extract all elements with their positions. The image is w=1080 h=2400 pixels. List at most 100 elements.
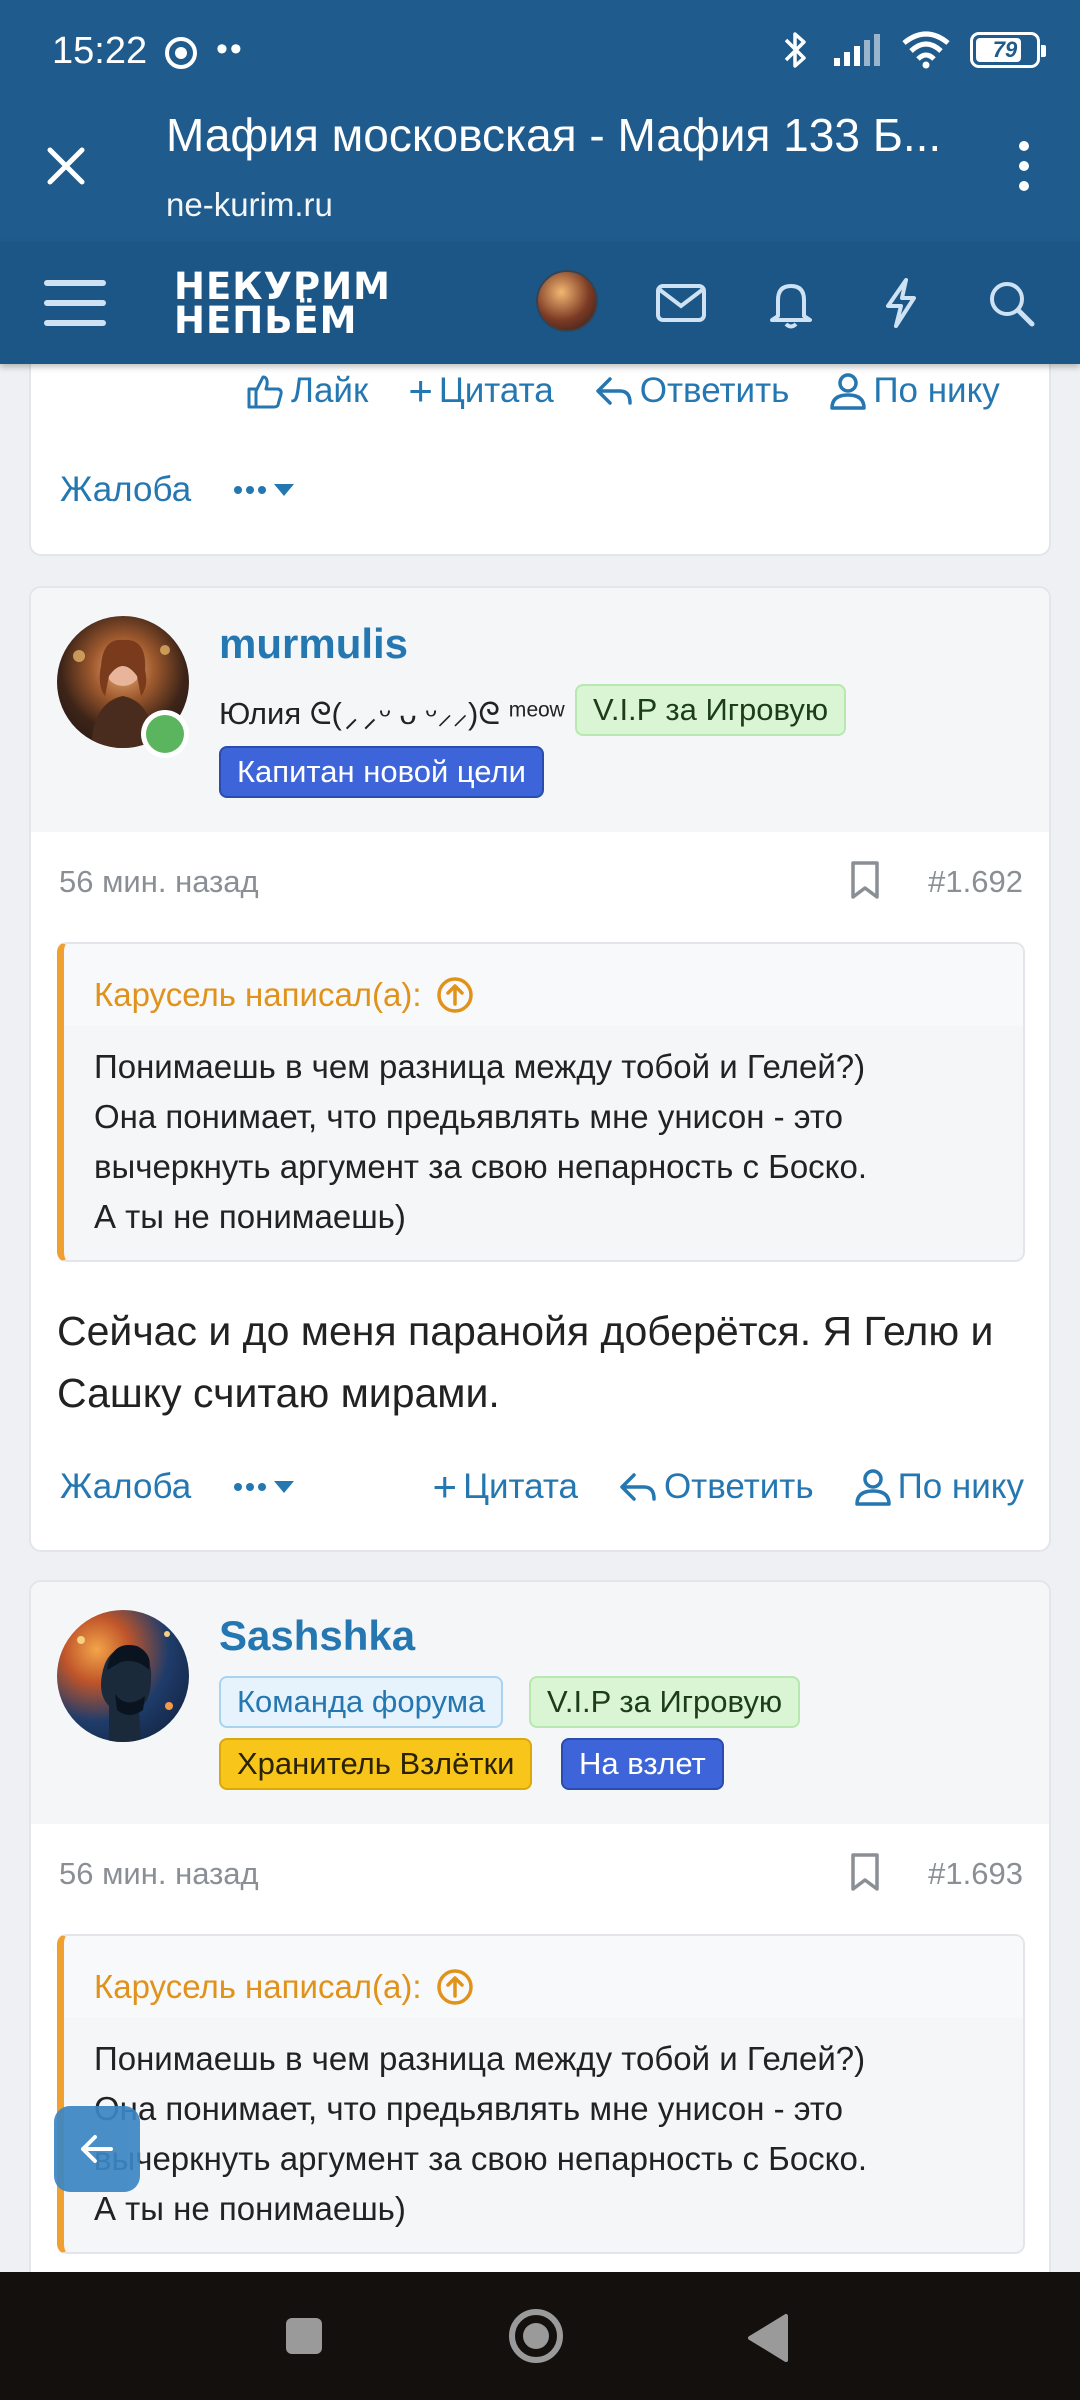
quote-line: Она понимает, что предьявлять мне унисон… [94, 2090, 843, 2127]
thumbs-up-icon [247, 375, 283, 409]
page-title: Мафия московская - Мафия 133 Б... [166, 109, 942, 161]
menu-icon[interactable] [44, 278, 106, 328]
back-button[interactable] [54, 2106, 140, 2192]
quote-line: Понимаешь в чем разница между тобой и Ге… [94, 2040, 866, 2077]
by-nick-button[interactable]: По нику [829, 371, 1000, 411]
signal-icon [834, 34, 880, 66]
arrow-up-circle-icon [436, 977, 473, 1013]
user-icon [854, 1469, 891, 1506]
system-nav-bar [0, 2272, 1080, 2400]
reply-icon [595, 377, 632, 405]
quote-author: Карусель написал(а): [94, 1968, 422, 2005]
plus-icon: + [432, 1463, 458, 1510]
quote-header[interactable]: Карусель написал(а): [64, 944, 1023, 1026]
more-horiz-icon [234, 486, 267, 494]
avatar-image [77, 1631, 173, 1742]
more-options-button[interactable] [233, 1480, 295, 1494]
bookmark-icon[interactable] [849, 860, 881, 900]
reply-label: Ответить [663, 1467, 814, 1506]
quote-text: Понимаешь в чем разница между тобой и Ге… [64, 1026, 1023, 1260]
by-nick-label: По нику [897, 1467, 1024, 1506]
recents-icon[interactable] [282, 2314, 326, 2358]
post-user-header: Sashshka Команда форума V.I.P за Игровую… [31, 1582, 1049, 1824]
page-url[interactable]: ne-kurim.ru [166, 186, 333, 224]
report-button[interactable]: Жалоба [60, 470, 191, 510]
badge-keeper: Хранитель Взлётки [219, 1738, 533, 1790]
quote-block: Карусель написал(а): Понимаешь в чем раз… [57, 1934, 1025, 2254]
battery-percent: 79 [992, 37, 1018, 62]
like-label: Лайк [291, 371, 369, 410]
by-nick-label: По нику [873, 371, 1000, 410]
bookmark-icon[interactable] [849, 1852, 881, 1892]
more-vert-icon[interactable] [1004, 136, 1044, 196]
more-options-button[interactable] [233, 483, 295, 497]
plus-icon: + [408, 367, 433, 414]
reply-icon [620, 1473, 656, 1501]
user-avatar[interactable] [57, 1610, 189, 1742]
post-time[interactable]: 56 мин. назад [59, 1856, 259, 1892]
caret-down-icon [274, 484, 295, 496]
like-button[interactable]: Лайк [245, 371, 368, 411]
quote-line: А ты не понимаешь) [94, 1198, 406, 1235]
quote-button[interactable]: + Цитата [433, 1466, 578, 1508]
quote-header[interactable]: Карусель написал(а): [64, 1936, 1023, 2018]
badge-vip: V.I.P за Игровую [529, 1676, 801, 1728]
forum-header: НЕКУРИМ НЕПЬЁМ [0, 242, 1080, 364]
post-card: murmulis Юлия ᘓ(⸝⸝ᵕ ᴗ ᵕ⸝⸝)ᘓ ᵐᵉᵒʷ ⸝⸝- V.I… [29, 586, 1051, 1552]
search-icon[interactable] [984, 276, 1038, 330]
report-button[interactable]: Жалоба [60, 1467, 191, 1507]
site-logo[interactable]: НЕКУРИМ НЕПЬЁМ [174, 268, 391, 342]
post-time[interactable]: 56 мин. назад [59, 864, 259, 900]
post-actions: Жалоба + Цитата Ответить По нику [60, 1466, 1024, 1508]
account-avatar[interactable] [536, 270, 598, 332]
quote-author: Карусель написал(а): [94, 976, 422, 1013]
status-time: 15:22 [52, 30, 148, 72]
bluetooth-icon [784, 32, 806, 68]
more-horiz-icon [234, 1483, 267, 1491]
quote-line: вычеркнуть аргумент за свою непарность с… [94, 1148, 868, 1185]
user-icon [830, 373, 867, 410]
post-card: Sashshka Команда форума V.I.P за Игровую… [29, 1580, 1051, 2300]
caret-down-icon [274, 1481, 295, 1493]
mail-icon[interactable] [654, 276, 708, 330]
by-nick-button[interactable]: По нику [854, 1467, 1024, 1507]
quote-line: вычеркнуть аргумент за свою непарность с… [94, 2140, 868, 2177]
back-nav-icon[interactable] [744, 2312, 792, 2364]
battery-icon: 79 [970, 32, 1046, 68]
browser-toolbar: Мафия московская - Мафия 133 Б... ne-kur… [0, 106, 1080, 242]
username[interactable]: murmulis [219, 620, 408, 668]
quote-line: Она понимает, что предьявлять мне унисон… [94, 1098, 843, 1135]
reply-button[interactable]: Ответить [594, 371, 790, 411]
online-indicator [141, 710, 189, 758]
quote-block: Карусель написал(а): Понимаешь в чем раз… [57, 942, 1025, 1262]
badge-captain: Капитан новой цели [219, 746, 544, 798]
post-message: Сейчас и до меня паранойя доберётся. Я Г… [57, 1308, 994, 1416]
wifi-icon [902, 31, 950, 69]
arrow-up-circle-icon [436, 1969, 473, 2005]
quote-button[interactable]: + Цитата [408, 370, 553, 412]
lightning-icon[interactable] [874, 276, 928, 330]
reply-label: Ответить [639, 371, 790, 410]
username[interactable]: Sashshka [219, 1612, 415, 1660]
post-number[interactable]: #1.693 [928, 1856, 1023, 1892]
reply-button[interactable]: Ответить [618, 1467, 814, 1507]
post-number[interactable]: #1.692 [928, 864, 1023, 900]
status-bar: 15:22 •• 79 [0, 0, 1080, 106]
quote-line: Понимаешь в чем разница между тобой и Ге… [94, 1048, 866, 1085]
post-user-header: murmulis Юлия ᘓ(⸝⸝ᵕ ᴗ ᵕ⸝⸝)ᘓ ᵐᵉᵒʷ ⸝⸝- V.I… [31, 588, 1049, 832]
quote-label: Цитата [438, 371, 554, 410]
user-title: Юлия ᘓ(⸝⸝ᵕ ᴗ ᵕ⸝⸝)ᘓ ᵐᵉᵒʷ ⸝⸝- [219, 696, 615, 731]
logo-line-2: НЕПЬЁМ [174, 299, 358, 342]
quote-label: Цитата [463, 1467, 578, 1506]
quote-text: Понимаешь в чем разница между тобой и Ге… [64, 2018, 1023, 2252]
home-icon[interactable] [506, 2306, 566, 2366]
close-icon[interactable] [36, 136, 96, 196]
chrome-icon [165, 37, 197, 69]
bell-icon[interactable] [764, 276, 818, 330]
badge-vip: V.I.P за Игровую [575, 684, 847, 736]
badge-takeoff: На взлет [561, 1738, 724, 1790]
arrow-left-icon [81, 2135, 113, 2163]
notification-dots: •• [216, 30, 244, 68]
badge-forum-team: Команда форума [219, 1676, 504, 1728]
quote-line: А ты не понимаешь) [94, 2190, 406, 2227]
